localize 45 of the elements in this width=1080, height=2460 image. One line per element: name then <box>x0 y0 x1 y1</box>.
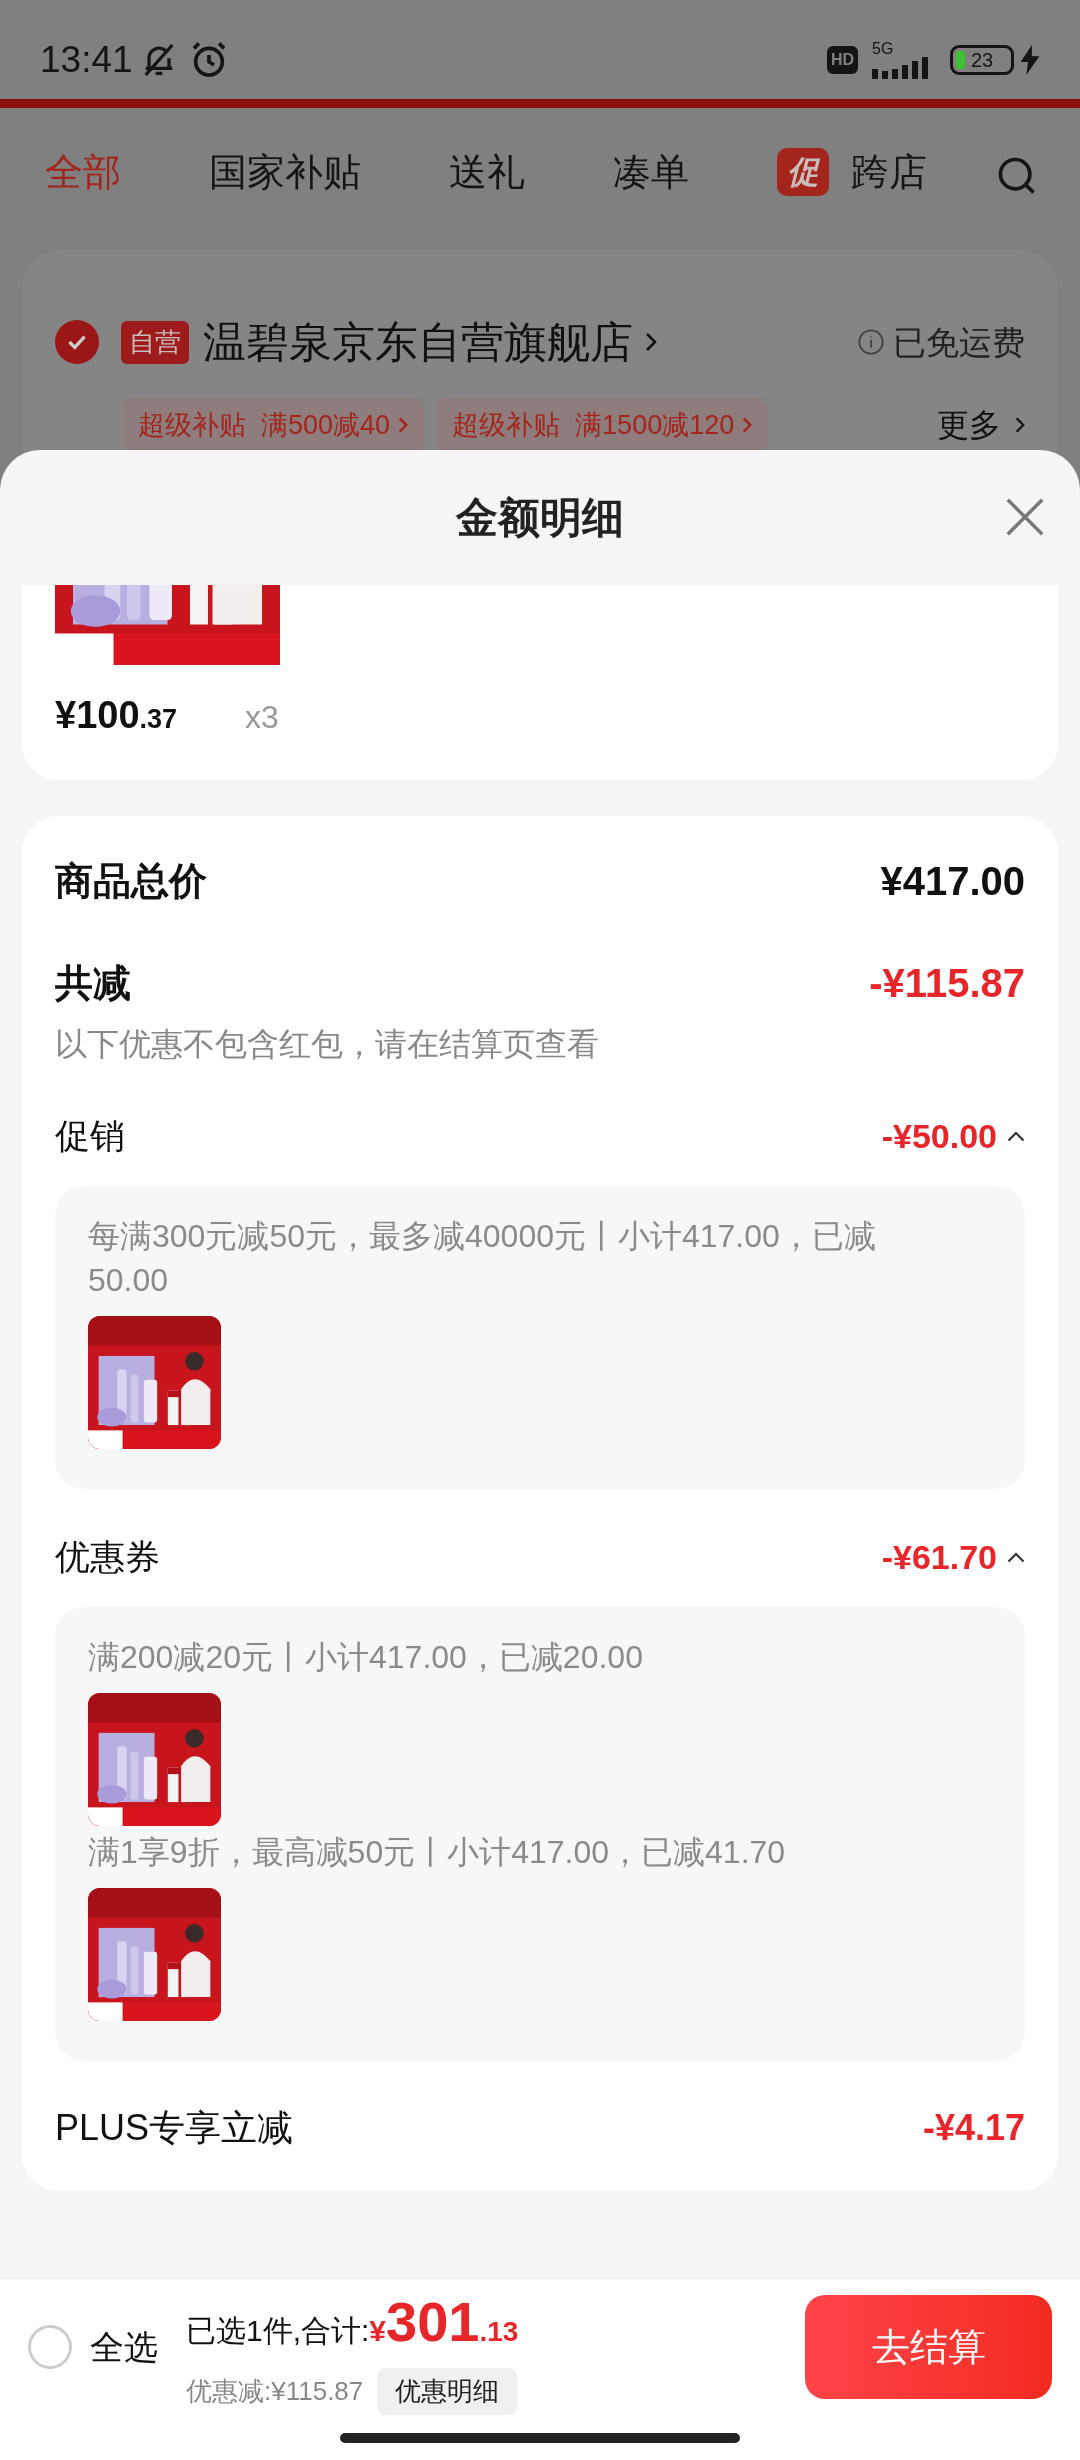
sheet-title: 金额明细 <box>456 493 624 543</box>
discount-detail-button[interactable]: 优惠明细 <box>377 2367 518 2415</box>
category-tab[interactable]: 跨店 <box>851 143 927 201</box>
status-time: 13:41 <box>40 38 133 83</box>
self-operated-badge: 自营 <box>121 320 189 364</box>
hd-badge: HD <box>826 46 858 74</box>
section-amount: -¥61.70 <box>881 1536 997 1578</box>
discount-label: 共减 <box>55 960 131 1006</box>
caret-icon[interactable] <box>1007 1551 1025 1563</box>
discount-rule: 满200减20元丨小计417.00，已减20.00 <box>88 1638 644 1677</box>
selected-summary: 已选1件,合计: <box>186 2312 370 2349</box>
discount-value: -¥115.87 <box>869 960 1025 1007</box>
saving-amount: 优惠减:¥115.87 <box>186 2374 364 2408</box>
discount-rule: 满1享9折，最高减50元丨小计417.00，已减41.70 <box>88 1833 787 1872</box>
section-title: 促销 <box>55 1114 125 1157</box>
total-value: ¥417.00 <box>880 858 1025 905</box>
chevron-icon <box>645 332 657 353</box>
category-tab[interactable]: 凑单 <box>613 143 689 201</box>
promo-badge: 促 <box>777 148 829 196</box>
discount-note: 以下优惠不包含红包，请在结算页查看 <box>55 1025 600 1064</box>
total-price: ¥301.13 <box>369 2288 519 2355</box>
category-tab[interactable]: 送礼 <box>449 143 525 201</box>
charging-icon <box>1020 45 1040 75</box>
chevron-icon <box>398 415 409 434</box>
checkout-button[interactable]: 去结算 <box>805 2295 1052 2399</box>
shipping-label: 已免运费 <box>893 322 1025 363</box>
category-tab[interactable]: 国家补贴 <box>209 143 361 201</box>
select-all-label[interactable]: 全选 <box>90 2321 158 2373</box>
caret-icon[interactable] <box>1007 1130 1025 1142</box>
chevron-icon <box>742 415 753 434</box>
select-all-checkbox[interactable] <box>28 2325 72 2369</box>
total-label: 商品总价 <box>55 858 207 904</box>
section-amount: -¥50.00 <box>881 1115 997 1157</box>
plus-discount-label: PLUS专享立减 <box>55 2106 294 2150</box>
section-title: 优惠券 <box>55 1535 160 1578</box>
store-checkbox[interactable] <box>55 320 99 365</box>
quantity-label: x3 <box>245 698 279 737</box>
store-name[interactable]: 温碧泉京东自营旗舰店 <box>203 310 633 375</box>
info-icon <box>857 328 885 357</box>
more-link[interactable]: 更多 <box>937 400 1001 449</box>
plus-discount-value: -¥4.17 <box>922 2106 1025 2150</box>
chevron-icon <box>1015 415 1025 434</box>
battery-icon: 23 <box>950 45 1014 75</box>
discount-rule: 每满300元减50元，最多减40000元丨小计417.00，已减50.00 <box>88 1217 877 1300</box>
product-price: ¥100.37 <box>55 693 179 738</box>
